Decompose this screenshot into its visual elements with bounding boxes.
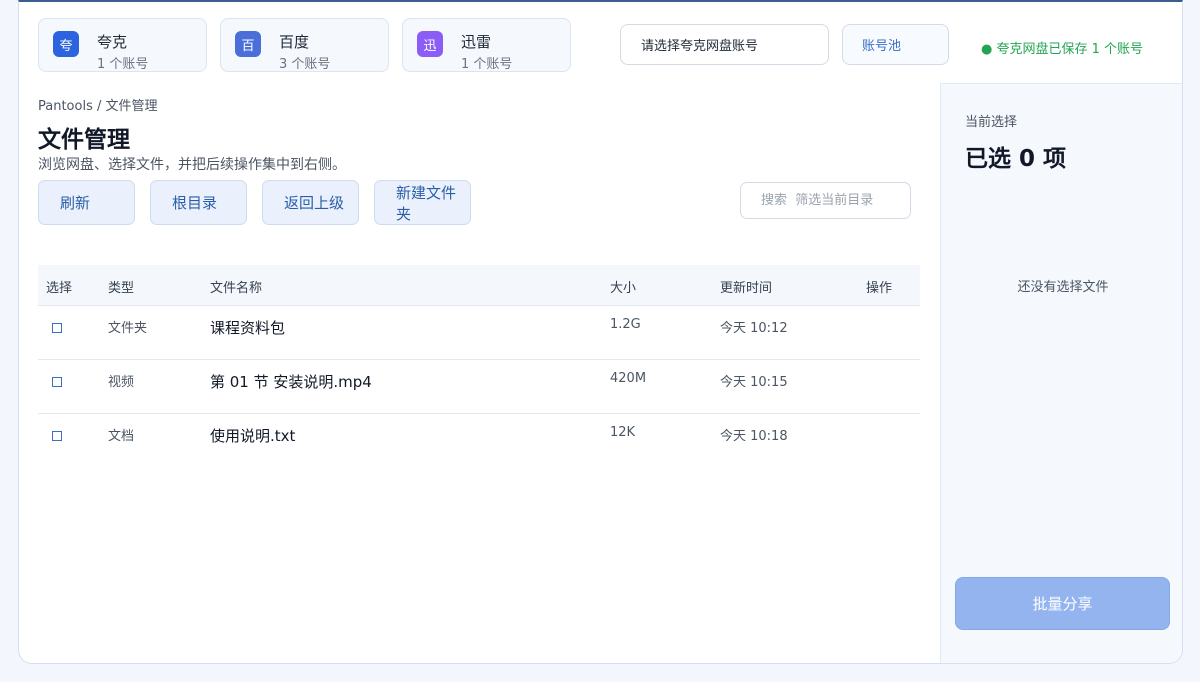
search-input[interactable]	[740, 182, 911, 219]
new-folder-button[interactable]: 新建文件夹	[374, 180, 471, 225]
row-checkbox[interactable]	[52, 377, 62, 387]
row-size: 1.2G	[610, 317, 641, 332]
save-status: ● 夸克网盘已保存 1 个账号	[981, 42, 1144, 57]
provider-card-xunlei[interactable]: 迅 迅雷 1 个账号	[402, 18, 571, 72]
breadcrumb: Pantools / 文件管理	[38, 99, 158, 114]
row-type: 视频	[108, 375, 135, 390]
selection-label: 当前选择	[965, 115, 1018, 130]
row-name[interactable]: 使用说明.txt	[210, 425, 295, 446]
header-action: 操作	[866, 281, 893, 296]
file-table: 选择 类型 文件名称 大小 更新时间 操作 文件夹 课程资料包 1.2G 今天 …	[38, 265, 920, 468]
page-subtitle: 浏览网盘、选择文件，并把后续操作集中到右侧。	[38, 157, 346, 173]
header-type: 类型	[108, 281, 135, 296]
table-header: 选择 类型 文件名称 大小 更新时间 操作	[38, 265, 920, 306]
table-row[interactable]: 文件夹 课程资料包 1.2G 今天 10:12	[38, 306, 920, 360]
quark-icon: 夸	[53, 31, 79, 57]
provider-name: 百度	[279, 33, 310, 51]
page-title: 文件管理	[38, 127, 130, 153]
table-row[interactable]: 文档 使用说明.txt 12K 今天 10:18	[38, 414, 920, 468]
root-button[interactable]: 根目录	[150, 180, 247, 225]
row-size: 12K	[610, 425, 636, 440]
provider-card-quark[interactable]: 夸 夸克 1 个账号	[38, 18, 207, 72]
refresh-button[interactable]: 刷新	[38, 180, 135, 225]
selection-panel: 当前选择 已选 0 项 还没有选择文件 批量分享	[940, 83, 1182, 663]
header-name: 文件名称	[210, 281, 263, 296]
provider-card-baidu[interactable]: 百 百度 3 个账号	[220, 18, 389, 72]
row-time: 今天 10:15	[720, 375, 788, 390]
provider-name: 迅雷	[461, 33, 492, 51]
provider-count: 1 个账号	[97, 57, 149, 72]
app-window: 夸 夸克 1 个账号 百 百度 3 个账号 迅 迅雷 1 个账号 请选择夸克网盘…	[18, 0, 1183, 664]
header-time: 更新时间	[720, 281, 773, 296]
row-name[interactable]: 课程资料包	[210, 317, 285, 338]
header-select: 选择	[46, 281, 73, 296]
provider-count: 1 个账号	[461, 57, 513, 72]
account-pool-button[interactable]: 账号池	[842, 24, 949, 65]
row-checkbox[interactable]	[52, 431, 62, 441]
row-time: 今天 10:18	[720, 429, 788, 444]
row-size: 420M	[610, 371, 647, 386]
table-row[interactable]: 视频 第 01 节 安装说明.mp4 420M 今天 10:15	[38, 360, 920, 414]
row-time: 今天 10:12	[720, 321, 788, 336]
header-size: 大小	[610, 281, 637, 296]
baidu-icon: 百	[235, 31, 261, 57]
provider-count: 3 个账号	[279, 57, 331, 72]
row-name[interactable]: 第 01 节 安装说明.mp4	[210, 371, 372, 392]
selection-count: 已选 0 项	[965, 146, 1067, 172]
row-type: 文档	[108, 429, 135, 444]
row-type: 文件夹	[108, 321, 148, 336]
batch-share-button[interactable]: 批量分享	[955, 577, 1170, 630]
selection-empty-hint: 还没有选择文件	[1017, 280, 1109, 295]
row-checkbox[interactable]	[52, 323, 62, 333]
xunlei-icon: 迅	[417, 31, 443, 57]
back-button[interactable]: 返回上级	[262, 180, 359, 225]
account-select[interactable]: 请选择夸克网盘账号	[620, 24, 829, 65]
provider-name: 夸克	[97, 33, 128, 51]
